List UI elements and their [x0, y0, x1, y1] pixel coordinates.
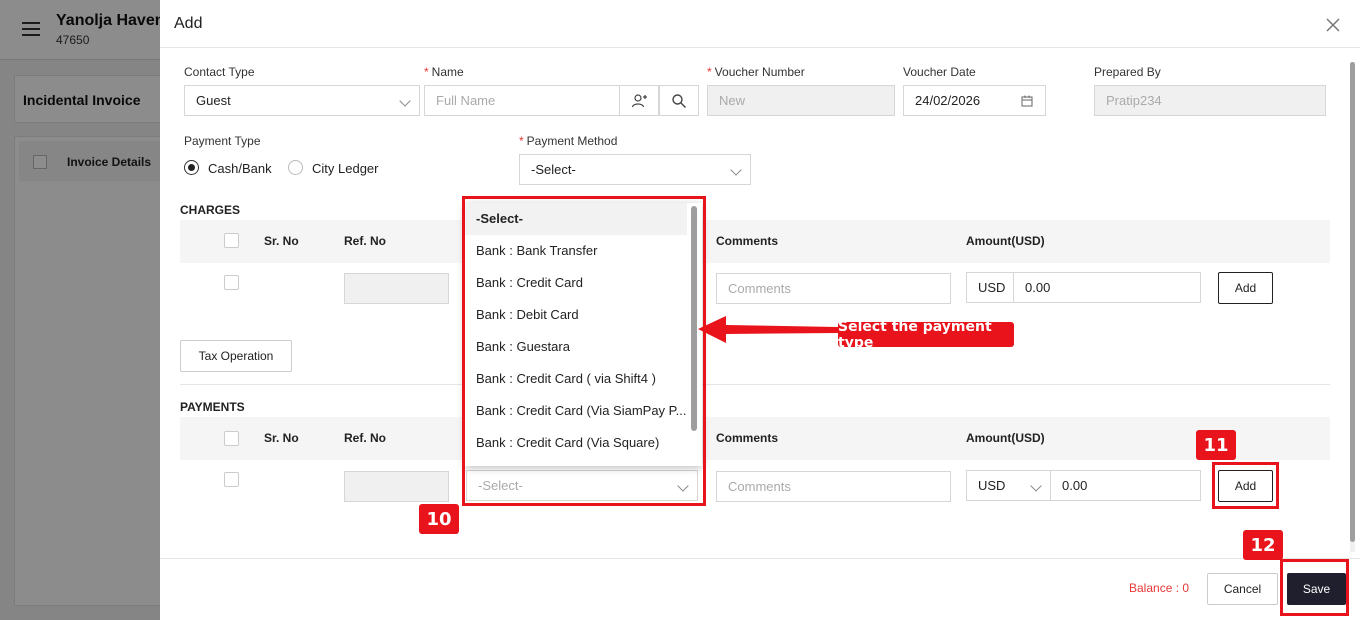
contact-type-label: Contact Type [184, 65, 255, 79]
name-label: * Name [424, 65, 464, 79]
chevron-down-icon [730, 164, 742, 176]
charges-comments-placeholder: Comments [728, 281, 791, 296]
payment-method-label: * Payment Method [519, 134, 618, 148]
name-placeholder: Full Name [436, 93, 496, 108]
radio-city-ledger-label[interactable]: City Ledger [312, 161, 378, 176]
charges-select-all-checkbox[interactable] [224, 233, 239, 248]
voucher-date-input[interactable]: 24/02/2026 [903, 85, 1046, 116]
payments-table-header: Sr. No Ref. No Comments Amount(USD) [180, 417, 1330, 460]
voucher-number-label: * Voucher Number [707, 65, 805, 79]
radio-city-ledger[interactable] [288, 160, 303, 175]
payments-ref-no-input [344, 471, 449, 502]
annotation-callout: Select the payment type [838, 319, 1014, 351]
add-voucher-modal: Add Contact Type Guest * Name Full Name *… [160, 0, 1360, 620]
charges-currency: USD [966, 272, 1014, 303]
payments-select-all-checkbox[interactable] [224, 431, 239, 446]
charges-col-amount: Amount(USD) [966, 234, 1045, 248]
chevron-down-icon [1030, 480, 1042, 492]
contact-type-value: Guest [196, 93, 231, 108]
modal-header: Add [160, 0, 1360, 48]
annotation-step-11: 11 [1196, 430, 1236, 460]
payments-row-checkbox[interactable] [224, 472, 239, 487]
annotation-arrow-icon [698, 316, 838, 343]
charges-row-checkbox[interactable] [224, 275, 239, 290]
charges-currency-value: USD [978, 280, 1006, 295]
add-guest-button[interactable] [619, 85, 659, 116]
close-icon[interactable] [1324, 16, 1342, 34]
search-icon [672, 93, 686, 108]
prepared-by-input: Pratip234 [1094, 85, 1326, 116]
radio-cash-bank[interactable] [184, 160, 199, 175]
payments-comments-placeholder: Comments [728, 479, 791, 494]
modal-scrollbar[interactable] [1350, 62, 1355, 552]
calendar-icon[interactable] [1021, 95, 1033, 107]
payments-amount-value: 0.00 [1062, 478, 1088, 493]
charges-comments-input[interactable]: Comments [716, 273, 951, 304]
annotation-step-12: 12 [1243, 530, 1283, 560]
chevron-down-icon [399, 95, 411, 107]
payments-col-sr-no: Sr. No [264, 431, 299, 445]
payments-comments-input[interactable]: Comments [716, 471, 951, 502]
charges-col-ref-no: Ref. No [344, 234, 386, 248]
section-divider [180, 384, 1330, 385]
contact-type-select[interactable]: Guest [184, 85, 420, 116]
charges-table-header: Sr. No Ref. No Comments Amount(USD) [180, 220, 1330, 263]
annotation-highlight-save [1280, 559, 1349, 616]
footer-divider [160, 558, 1360, 559]
prepared-by-value: Pratip234 [1106, 93, 1162, 108]
voucher-number-value: New [719, 93, 746, 108]
payments-col-ref-no: Ref. No [344, 431, 386, 445]
payments-currency-select[interactable]: USD [966, 470, 1051, 501]
payments-col-amount: Amount(USD) [966, 431, 1045, 445]
modal-title: Add [174, 15, 203, 32]
charges-add-button[interactable]: Add [1218, 272, 1273, 304]
annotation-highlight-dropdown [462, 196, 706, 506]
charges-amount-value: 0.00 [1025, 280, 1051, 295]
prepared-by-label: Prepared By [1094, 65, 1161, 79]
radio-cash-bank-label[interactable]: Cash/Bank [208, 161, 272, 176]
scrollbar-thumb[interactable] [1350, 62, 1355, 542]
tax-operation-button[interactable]: Tax Operation [180, 340, 292, 372]
payments-currency-value: USD [978, 478, 1006, 493]
payments-col-comments: Comments [716, 431, 779, 445]
charges-ref-no-input [344, 273, 449, 304]
annotation-step-10: 10 [419, 504, 459, 534]
payment-type-label: Payment Type [184, 134, 261, 148]
voucher-date-value: 24/02/2026 [915, 93, 981, 108]
payments-amount-input[interactable]: 0.00 [1050, 470, 1201, 501]
charges-col-comments: Comments [716, 234, 779, 248]
charges-title: CHARGES [180, 203, 241, 217]
payment-method-value: -Select- [531, 162, 576, 177]
charges-amount-input[interactable]: 0.00 [1013, 272, 1201, 303]
payment-method-select[interactable]: -Select- [519, 154, 751, 185]
balance-text: Balance : 0 [1129, 581, 1190, 595]
charges-col-sr-no: Sr. No [264, 234, 299, 248]
add-person-icon [631, 93, 647, 107]
voucher-number-input: New [707, 85, 895, 116]
search-guest-button[interactable] [659, 85, 699, 116]
cancel-button[interactable]: Cancel [1207, 573, 1278, 605]
voucher-date-label: Voucher Date [903, 65, 976, 79]
payments-title: PAYMENTS [180, 400, 245, 414]
name-input[interactable]: Full Name [424, 85, 620, 116]
annotation-highlight-add [1212, 462, 1279, 509]
